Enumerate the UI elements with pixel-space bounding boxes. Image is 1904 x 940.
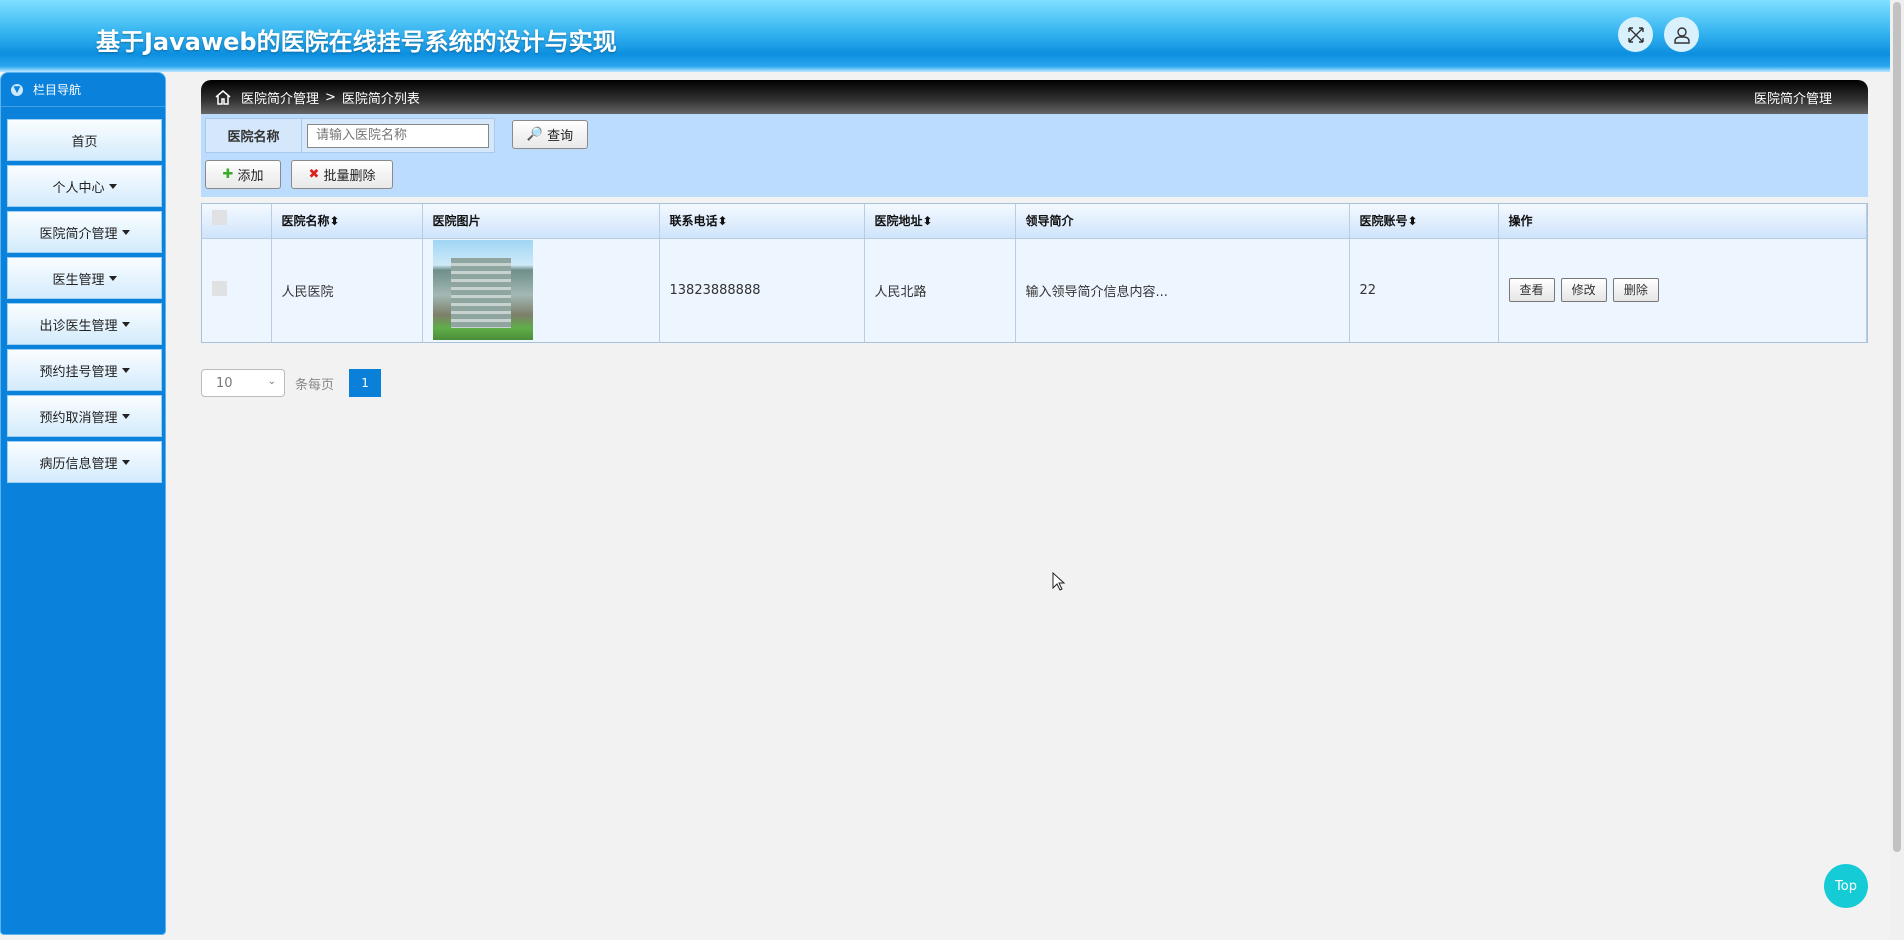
cell-phone: 13823888888 xyxy=(659,237,865,342)
sidebar-item-appointments[interactable]: 预约挂号管理 xyxy=(7,349,162,391)
search-button[interactable]: 🔎 查询 xyxy=(512,120,588,149)
batch-delete-button-label: 批量删除 xyxy=(323,169,376,184)
breadcrumb-current: 医院简介列表 xyxy=(341,91,420,107)
sidebar: ▼ 栏目导航 首页 个人中心 医院简介管理 医生管理 出诊医生管理 预约挂号管理 … xyxy=(0,72,166,935)
column-header-image: 医院图片 xyxy=(422,204,660,238)
sidebar-item-label: 医生管理 xyxy=(52,272,105,288)
sidebar-item-cancellations[interactable]: 预约取消管理 xyxy=(7,395,162,437)
caret-down-icon xyxy=(121,459,130,465)
sidebar-item-label: 首页 xyxy=(71,134,98,150)
sidebar-item-label: 预约挂号管理 xyxy=(39,364,118,380)
edit-button[interactable]: 修改 xyxy=(1560,278,1607,303)
search-group: 医院名称 xyxy=(205,118,495,153)
caret-down-icon xyxy=(121,367,130,373)
breadcrumb-parent[interactable]: 医院简介管理 xyxy=(241,88,319,107)
magnifier-icon: 🔎 xyxy=(526,127,544,142)
section-title: 医院简介管理 xyxy=(1753,91,1832,107)
column-header-account[interactable]: 医院账号⬍ xyxy=(1349,204,1499,238)
sidebar-item-medical-records[interactable]: 病历信息管理 xyxy=(7,441,162,483)
main-panel: 医院简介管理 > 医院简介列表 医院简介管理 医院名称 🔎查询 ✚添加 ✖批量删… xyxy=(201,80,1868,343)
column-header-actions: 操作 xyxy=(1498,204,1867,238)
plus-icon: ✚ xyxy=(222,167,234,182)
caret-down-icon xyxy=(108,183,117,189)
sidebar-item-label: 病历信息管理 xyxy=(39,456,118,472)
caret-down-icon xyxy=(108,275,117,281)
app-header: 基于Javaweb的医院在线挂号系统的设计与实现 xyxy=(0,0,1890,72)
hospital-image[interactable] xyxy=(432,240,533,341)
hospital-name-search-input[interactable] xyxy=(307,123,489,148)
breadcrumb-separator: > xyxy=(325,89,336,105)
select-all-checkbox[interactable] xyxy=(202,204,272,238)
column-header-address[interactable]: 医院地址⬍ xyxy=(864,204,1016,238)
back-to-top-button[interactable]: Top xyxy=(1824,864,1868,908)
sidebar-item-personal-center[interactable]: 个人中心 xyxy=(7,165,162,207)
mouse-cursor-icon xyxy=(1052,572,1066,591)
add-button[interactable]: ✚ 添加 xyxy=(205,160,281,189)
page-1-button[interactable]: 1 xyxy=(349,369,382,397)
delete-button[interactable]: 删除 xyxy=(1612,278,1659,303)
batch-delete-button[interactable]: ✖ 批量删除 xyxy=(291,160,393,189)
x-icon: ✖ xyxy=(308,167,320,182)
page-size-select[interactable]: 10 ⌄ xyxy=(201,369,285,397)
scrollbar-thumb[interactable] xyxy=(1893,2,1901,852)
cell-intro: 输入领导简介信息内容... xyxy=(1015,237,1350,342)
breadcrumb: 医院简介管理 > 医院简介列表 医院简介管理 xyxy=(201,80,1868,114)
nav-toggle-icon[interactable]: ▼ xyxy=(11,83,23,96)
cell-name: 人民医院 xyxy=(271,237,423,342)
view-button[interactable]: 查看 xyxy=(1508,278,1555,303)
sidebar-item-label: 个人中心 xyxy=(52,180,105,196)
toolbar: 医院名称 🔎查询 ✚添加 ✖批量删除 xyxy=(201,114,1868,197)
sidebar-item-home[interactable]: 首页 xyxy=(7,119,162,161)
caret-down-icon xyxy=(121,321,130,327)
sidebar-item-doctors[interactable]: 医生管理 xyxy=(7,257,162,299)
sidebar-item-label: 预约取消管理 xyxy=(39,410,118,426)
caret-down-icon xyxy=(121,229,130,235)
pagination: 10 ⌄ 条每页 1 xyxy=(201,369,382,397)
cell-address: 人民北路 xyxy=(864,237,1016,342)
sidebar-item-label: 出诊医生管理 xyxy=(39,318,118,334)
sidebar-item-label: 医院简介管理 xyxy=(39,226,118,242)
table-row: 人民医院 13823888888 人民北路 输入领导简介信息内容... 22 查… xyxy=(202,237,1867,342)
sidebar-item-visiting-doctors[interactable]: 出诊医生管理 xyxy=(7,303,162,345)
search-button-label: 查询 xyxy=(547,129,574,144)
home-icon[interactable] xyxy=(215,89,231,105)
table-header-row: 医院名称⬍ 医院图片 联系电话⬍ 医院地址⬍ 领导简介 医院账号⬍ 操作 xyxy=(202,204,1867,238)
sidebar-item-hospital-intro[interactable]: 医院简介管理 xyxy=(7,211,162,253)
column-header-name[interactable]: 医院名称⬍ xyxy=(271,204,423,238)
per-page-label: 条每页 xyxy=(295,377,335,393)
page-scrollbar[interactable] xyxy=(1890,0,1904,940)
column-header-phone[interactable]: 联系电话⬍ xyxy=(659,204,865,238)
search-label: 医院名称 xyxy=(206,119,302,152)
app-title: 基于Javaweb的医院在线挂号系统的设计与实现 xyxy=(96,28,617,56)
chevron-down-icon: ⌄ xyxy=(267,376,276,387)
hospital-table: 医院名称⬍ 医院图片 联系电话⬍ 医院地址⬍ 领导简介 医院账号⬍ 操作 人民医… xyxy=(201,203,1868,343)
cell-actions: 查看 修改 删除 xyxy=(1498,237,1867,342)
fullscreen-icon[interactable] xyxy=(1618,17,1653,52)
sidebar-heading: ▼ 栏目导航 xyxy=(1,73,165,107)
add-button-label: 添加 xyxy=(237,169,264,184)
cell-account: 22 xyxy=(1349,237,1499,342)
user-icon[interactable] xyxy=(1664,17,1699,52)
column-header-intro: 领导简介 xyxy=(1015,204,1350,238)
cell-image xyxy=(422,237,660,342)
sidebar-heading-label: 栏目导航 xyxy=(33,83,82,97)
row-checkbox[interactable] xyxy=(202,237,272,342)
caret-down-icon xyxy=(121,413,130,419)
